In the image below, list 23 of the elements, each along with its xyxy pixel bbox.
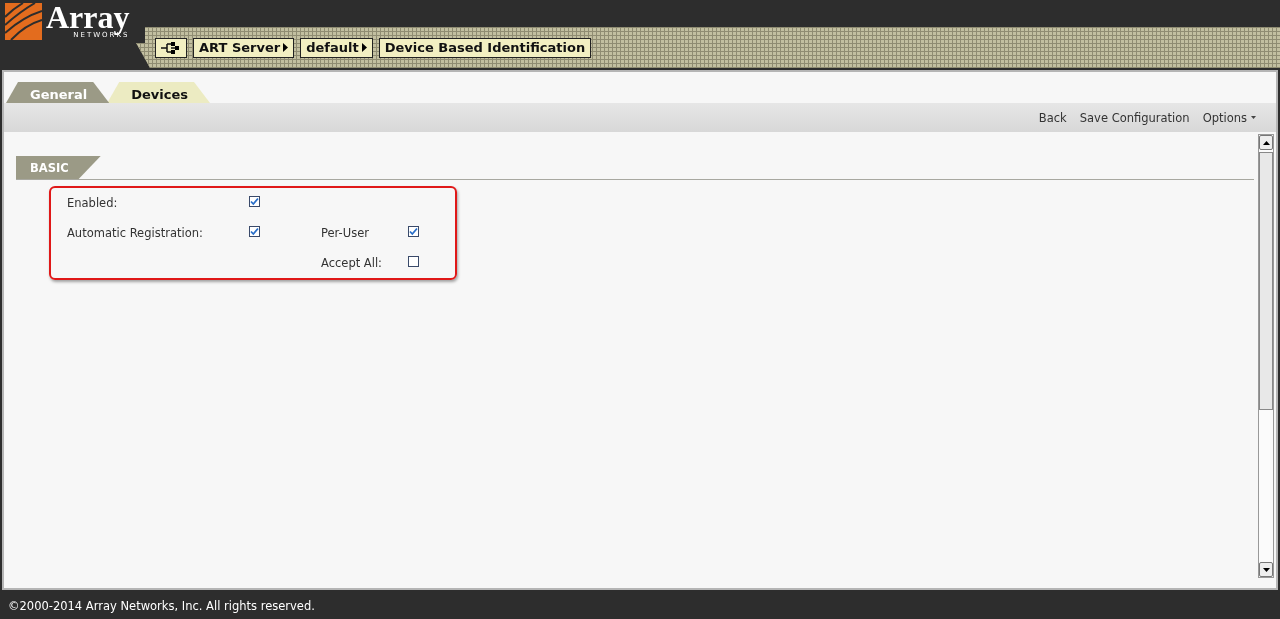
up-arrow-icon xyxy=(1262,140,1270,145)
field-label: Per-User xyxy=(321,226,370,240)
logo-icon xyxy=(5,3,42,40)
breadcrumb-item[interactable]: Device Based Identification xyxy=(378,37,592,58)
down-arrow-icon xyxy=(1262,567,1270,572)
caret-icon xyxy=(1251,116,1256,119)
copyright-text: ©2000-2014 Array Networks, Inc. All rights reserved. xyxy=(8,598,315,613)
tab[interactable]: Devices xyxy=(107,82,210,103)
field-label: Enabled: xyxy=(67,196,119,210)
checkbox[interactable] xyxy=(408,226,419,237)
options-menu[interactable]: Options xyxy=(1202,110,1256,125)
breadcrumb-item[interactable]: default xyxy=(300,37,373,58)
tree-button[interactable] xyxy=(155,37,187,58)
breadcrumb-item[interactable]: ART Server xyxy=(193,37,295,58)
section-title: BASIC xyxy=(16,156,101,179)
checkbox[interactable] xyxy=(408,256,419,267)
field-label: Automatic Registration: xyxy=(67,226,204,240)
field-label: Accept All: xyxy=(321,256,383,270)
checkbox[interactable] xyxy=(249,196,260,207)
tree-icon xyxy=(161,41,181,54)
checkbox[interactable] xyxy=(249,226,260,237)
toolbar-link[interactable]: Back xyxy=(1038,110,1067,125)
toolbar-link[interactable]: Save Configuration xyxy=(1079,110,1190,125)
